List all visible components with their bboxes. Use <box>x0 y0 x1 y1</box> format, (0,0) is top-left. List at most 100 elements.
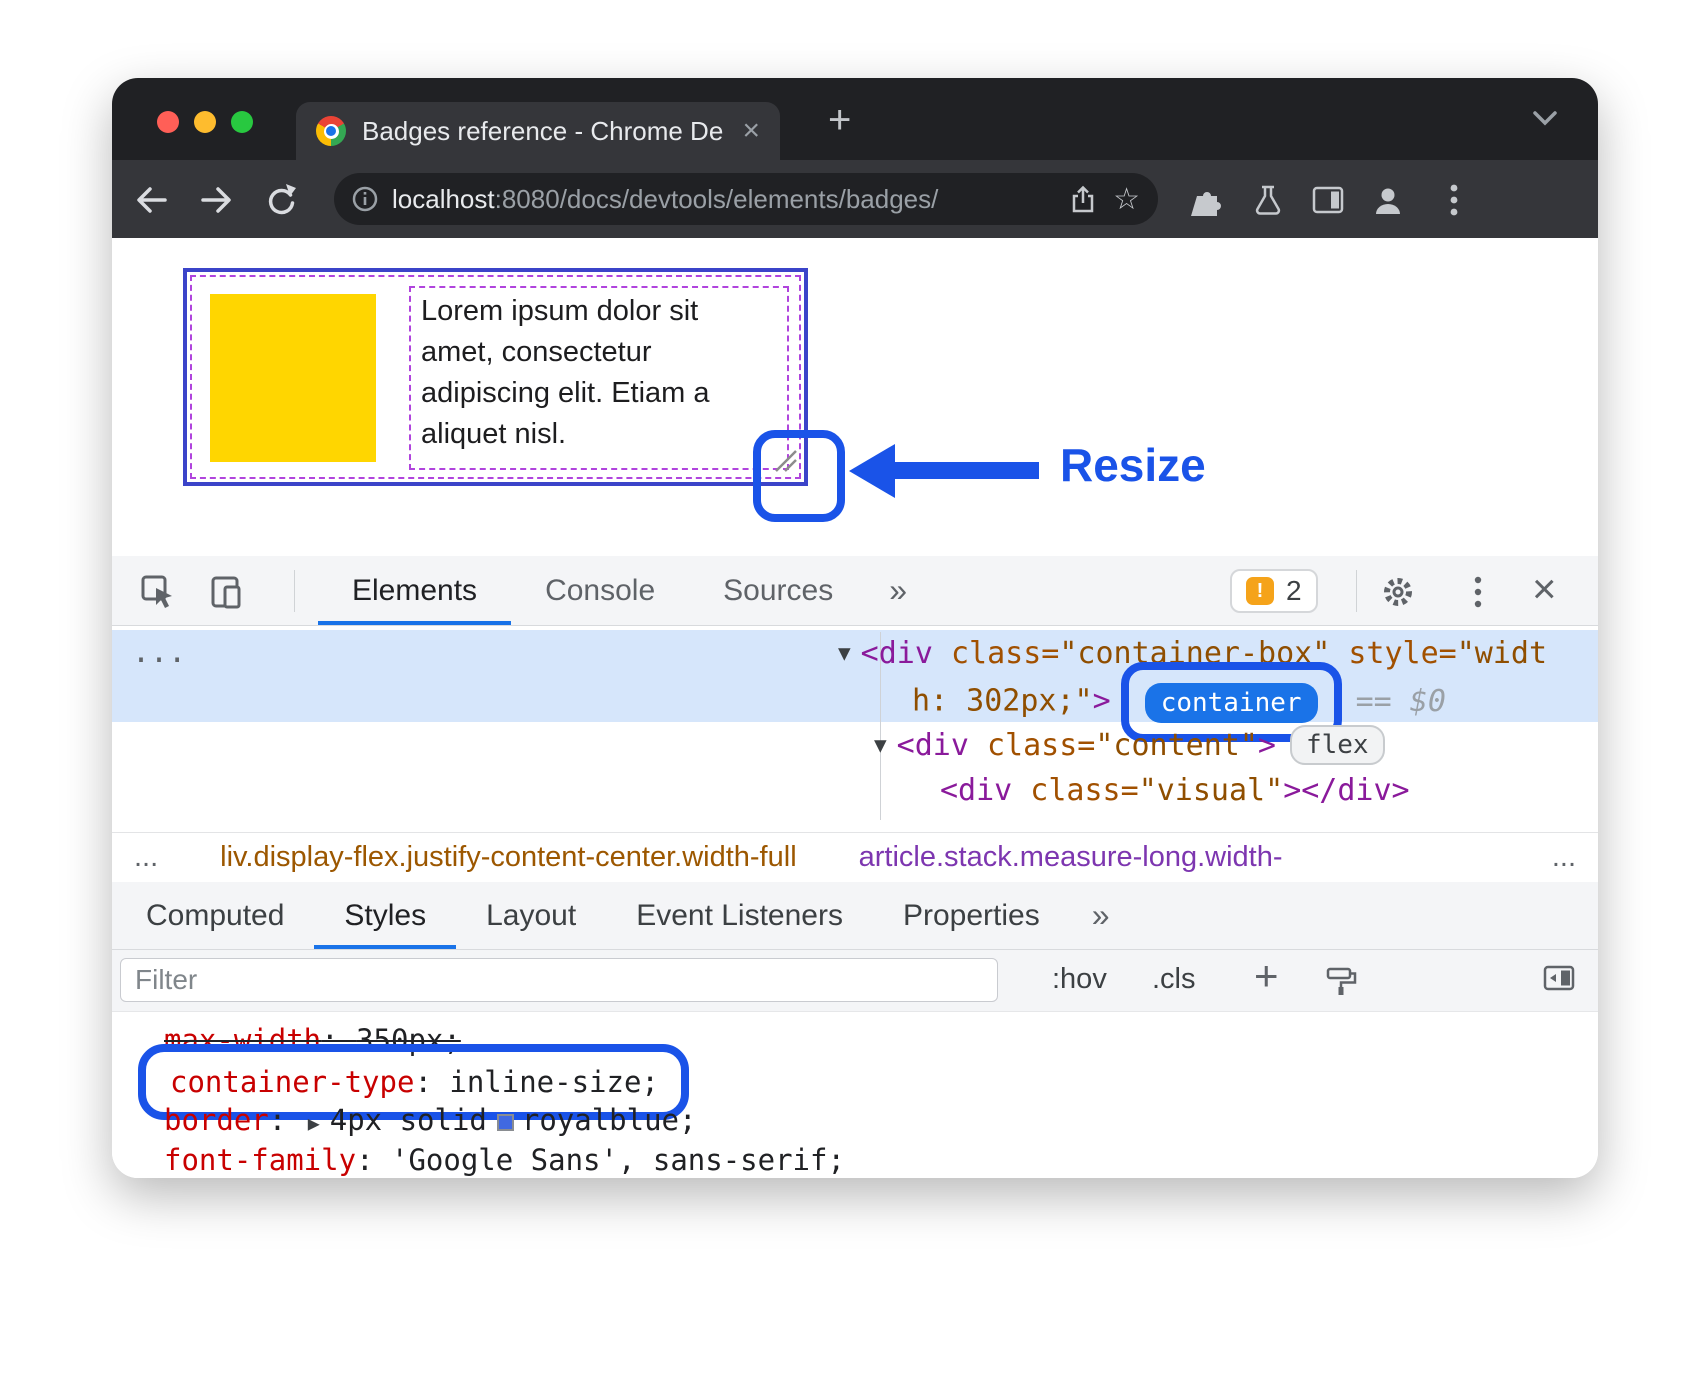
more-tabs-chevrons[interactable]: » <box>867 556 929 625</box>
css-property-value[interactable]: 'Google Sans', sans-serif; <box>391 1143 845 1177</box>
attr-value-token: "content" <box>1095 728 1258 763</box>
settings-gear-icon[interactable] <box>1378 572 1418 612</box>
expand-shorthand-icon[interactable]: ▶ <box>308 1111 320 1135</box>
styles-filter-bar: :hov .cls + <box>112 950 1598 1012</box>
lorem-line: aliquet nisl. <box>421 414 787 455</box>
attr-token: style= <box>1330 636 1456 671</box>
tab-console[interactable]: Console <box>511 556 689 625</box>
breadcrumb-right-overflow[interactable]: ... <box>1552 841 1576 874</box>
tab-computed[interactable]: Computed <box>116 882 314 949</box>
search-tabs-chevron-icon[interactable] <box>1532 110 1558 131</box>
attr-value-token: "visual" <box>1139 773 1284 808</box>
attr-value-token: "widt <box>1457 636 1547 671</box>
attr-token: class= <box>1012 773 1138 808</box>
tag-token: > <box>1283 773 1301 808</box>
tab-elements[interactable]: Elements <box>318 556 511 625</box>
tag-token: <div <box>940 773 1012 808</box>
tree-node-visual[interactable]: <div class="visual"></div> <box>940 768 1410 814</box>
tab-close-button[interactable]: × <box>742 114 760 148</box>
tab-title: Badges reference - Chrome De <box>362 116 732 147</box>
color-swatch[interactable] <box>497 1114 514 1131</box>
css-property-name[interactable]: font-family <box>164 1143 356 1177</box>
container-badge[interactable]: container <box>1145 683 1318 723</box>
rendering-emulation-icon[interactable] <box>1324 964 1358 1003</box>
css-property-value[interactable]: inline-size; <box>449 1065 659 1099</box>
styles-filter-input[interactable] <box>120 958 998 1002</box>
issues-counter-button[interactable]: ! 2 <box>1230 569 1318 613</box>
url-path: :8080/docs/devtools/elements/badges/ <box>495 184 1053 215</box>
tag-token: > <box>1093 684 1111 719</box>
devtools-close-button[interactable]: × <box>1532 566 1557 612</box>
resize-annotation-arrow-shaft <box>893 462 1039 479</box>
browser-menu-kebab-icon[interactable] <box>1434 180 1474 220</box>
bookmark-star-icon[interactable]: ☆ <box>1113 182 1140 217</box>
devtools-menu-kebab-icon[interactable] <box>1458 572 1498 612</box>
dock-sidebar-icon[interactable] <box>1542 964 1576 997</box>
browser-tab[interactable]: Badges reference - Chrome De × <box>296 102 780 160</box>
address-bar[interactable]: localhost :8080/docs/devtools/elements/b… <box>334 173 1158 225</box>
demo-container-box: Lorem ipsum dolor sit amet, consectetur … <box>183 268 808 486</box>
css-declaration-container-type[interactable]: container-type: inline-size; <box>164 1060 1598 1100</box>
lorem-text-block: Lorem ipsum dolor sit amet, consectetur … <box>409 286 789 470</box>
flask-icon[interactable] <box>1248 180 1288 220</box>
window-zoom-button[interactable] <box>231 111 253 133</box>
tag-token: > <box>1258 728 1276 763</box>
extensions-puzzle-icon[interactable] <box>1188 180 1228 220</box>
tree-node-container-box-line2[interactable]: h: 302px;"> container == $0 <box>912 676 1446 728</box>
css-declaration-font-family[interactable]: font-family: 'Google Sans', sans-serif; <box>164 1140 1598 1178</box>
back-button[interactable] <box>132 180 172 220</box>
site-info-icon[interactable] <box>352 186 378 212</box>
breadcrumb-item[interactable]: article.stack.measure-long.width- <box>859 841 1283 874</box>
css-property-name[interactable]: container-type <box>170 1065 414 1099</box>
css-color-value[interactable]: royalblue; <box>522 1103 697 1137</box>
inspect-element-icon[interactable] <box>138 572 178 612</box>
resize-annotation-label: Resize <box>1060 438 1206 492</box>
css-declaration-border[interactable]: border: ▶4px solidroyalblue; <box>164 1100 1598 1140</box>
share-icon[interactable] <box>1069 184 1097 214</box>
chrome-logo-icon <box>316 116 346 146</box>
css-property-value[interactable]: 4px solid <box>330 1103 487 1137</box>
issues-warning-icon: ! <box>1246 577 1274 605</box>
tab-event-listeners[interactable]: Event Listeners <box>606 882 873 949</box>
url-host: localhost <box>392 184 495 215</box>
profile-avatar-icon[interactable] <box>1368 180 1408 220</box>
closing-tag-token: </div> <box>1301 773 1409 808</box>
attr-value-token: h: 302px;" <box>912 684 1093 719</box>
browser-tab-strip: Badges reference - Chrome De × + <box>112 78 1598 160</box>
browser-window: Badges reference - Chrome De × + localho… <box>112 78 1598 1178</box>
breadcrumb-item[interactable]: liv.display-flex.justify-content-center.… <box>220 841 796 874</box>
tab-styles[interactable]: Styles <box>314 882 456 949</box>
new-style-rule-button[interactable]: + <box>1254 952 1279 1000</box>
tree-node-content[interactable]: ▼<div class="content">flex <box>874 722 1385 769</box>
new-tab-button[interactable]: + <box>828 98 851 143</box>
tag-token: <div <box>861 636 933 671</box>
collapsed-nodes-ellipsis[interactable]: ... <box>132 630 186 676</box>
toggle-element-state-button[interactable]: :hov <box>1052 963 1107 996</box>
lorem-line: adipiscing elit. Etiam a <box>421 373 787 414</box>
tab-properties[interactable]: Properties <box>873 882 1070 949</box>
css-property-name[interactable]: border <box>164 1103 269 1137</box>
tab-sources[interactable]: Sources <box>689 556 867 625</box>
visual-box <box>210 294 376 462</box>
side-panel-icon[interactable] <box>1308 180 1348 220</box>
resize-annotation-arrow <box>849 444 895 498</box>
devtools-tab-bar: Elements Console Sources » <box>318 556 929 625</box>
selected-node-hint: == $0 <box>1356 684 1446 719</box>
breadcrumb: ... liv.display-flex.justify-content-cen… <box>112 832 1598 882</box>
more-sidebar-tabs-chevrons[interactable]: » <box>1070 882 1132 949</box>
flex-badge[interactable]: flex <box>1290 725 1385 765</box>
element-classes-button[interactable]: .cls <box>1152 963 1196 996</box>
expand-arrow-icon[interactable]: ▼ <box>838 641 851 665</box>
window-minimize-button[interactable] <box>194 111 216 133</box>
tab-layout[interactable]: Layout <box>456 882 606 949</box>
browser-toolbar: localhost :8080/docs/devtools/elements/b… <box>112 160 1598 238</box>
window-close-button[interactable] <box>157 111 179 133</box>
lorem-line: Lorem ipsum dolor sit <box>421 291 787 332</box>
issues-count: 2 <box>1286 575 1302 607</box>
breadcrumb-left-overflow[interactable]: ... <box>134 841 158 874</box>
device-toolbar-icon[interactable] <box>206 572 246 612</box>
attr-token: class= <box>933 636 1059 671</box>
forward-button[interactable] <box>196 180 236 220</box>
expand-arrow-icon[interactable]: ▼ <box>874 733 887 757</box>
reload-button[interactable] <box>260 180 300 220</box>
